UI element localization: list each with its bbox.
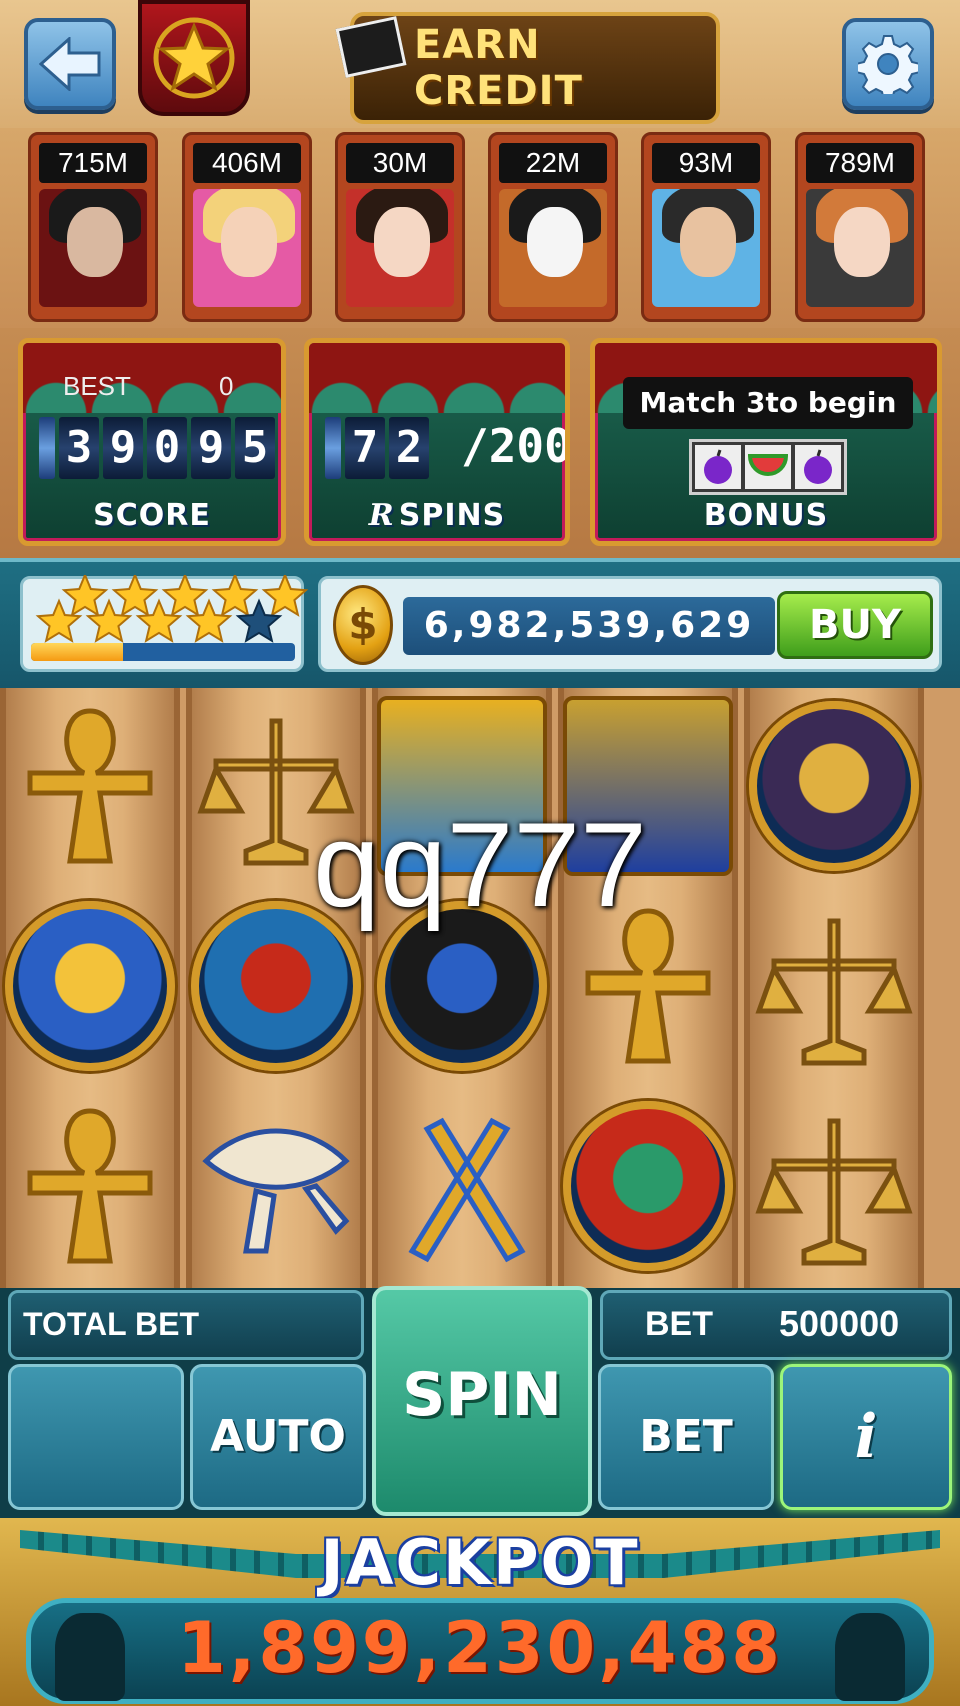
star-filled-icon [111,575,159,617]
best-value: 0 [219,371,234,401]
friend-card[interactable]: 715M [28,132,158,322]
friend-card[interactable]: 789M [795,132,925,322]
reel-column [744,688,924,1288]
crook-and-flail-icon [372,1088,552,1284]
friend-avatar [652,189,760,307]
watermark-text: qq777 [313,798,647,932]
plum-icon [795,445,841,489]
level-progress-bar [31,643,295,661]
coin-balance: 6,982,539,629 [403,597,775,655]
bastet-icon [744,688,924,884]
auto-button[interactable]: AUTO [190,1364,366,1510]
score-digit: 5 [235,417,275,479]
bonus-panel: Match 3to begin BONUS [590,338,942,546]
friend-coins: 406M [193,143,301,183]
best-label: BEST [63,371,131,401]
spins-title: R SPINS [368,498,506,533]
friend-coins: 22M [499,143,607,183]
stats-panels: BEST 0 3 9 0 9 5 SCORE 7 2 /200 R SPINS M… [0,328,960,558]
isis-icon [558,1088,738,1284]
bet-value: 500000 [779,1303,900,1344]
spins-panel: 7 2 /200 R SPINS [304,338,570,546]
bet-button[interactable]: BET [598,1364,774,1510]
reel-column [0,688,180,1288]
jackpot-amount: 1,899,230,488 [177,1607,783,1689]
spin-button[interactable]: SPIN [372,1286,592,1516]
watermelon-icon [745,445,791,489]
reel-column [372,688,552,1288]
score-digit: 0 [147,417,187,479]
bet-display: BET 500000 [600,1290,952,1360]
friend-avatar [806,189,914,307]
horus-icon [0,888,180,1084]
empty-control-button[interactable] [8,1364,184,1510]
star-filled-icon [61,575,109,617]
friend-avatar [39,189,147,307]
reel-column [186,688,366,1288]
star-filled-icon [261,575,309,617]
bonus-message: Match 3to begin [623,377,913,429]
buy-button[interactable]: BUY [777,591,933,659]
anubis-statue-icon [835,1613,905,1701]
star-filled-icon [211,575,259,617]
bonus-slots [689,439,847,495]
friend-coins: 789M [806,143,914,183]
star-icon [153,17,235,99]
score-counter: 3 9 0 9 5 [39,417,275,479]
friend-card[interactable]: 93M [641,132,771,322]
dollar-coin-icon: $ [333,585,393,665]
balance-box: $ 6,982,539,629 BUY [318,576,942,672]
gear-icon [858,35,918,94]
eye-of-horus-icon [186,1088,366,1284]
spins-digit: 2 [389,417,429,479]
bonus-title: BONUS [703,498,829,533]
scales-icon [744,1088,924,1284]
earn-credit-button[interactable]: EARN CREDIT [335,12,720,124]
total-bet-display: TOTAL BET 22500000 [8,1290,364,1406]
info-button[interactable]: i [780,1364,952,1510]
spins-digit: 7 [345,417,385,479]
friend-avatar [193,189,301,307]
settings-button[interactable] [842,18,934,110]
status-bar: $ 6,982,539,629 BUY [0,558,960,688]
level-meter[interactable] [20,575,309,672]
score-title: SCORE [93,498,211,533]
friend-coins: 30M [346,143,454,183]
friend-avatar [499,189,607,307]
score-digit: 3 [59,417,99,479]
score-panel: BEST 0 3 9 0 9 5 SCORE [18,338,286,546]
spins-counter: 7 2 [325,417,429,479]
friend-card[interactable]: 406M [182,132,312,322]
total-bet-label: TOTAL BET [23,1306,199,1342]
friend-avatar [346,189,454,307]
reel-column [558,688,738,1288]
slot-reels[interactable] [0,688,960,1288]
rank-badge[interactable] [138,0,250,116]
bet-controls: TOTAL BET 22500000 BET 500000 AUTO SPIN … [0,1286,960,1518]
score-digit: 9 [103,417,143,479]
score-digit: 9 [191,417,231,479]
jackpot-panel: 1,899,230,488 [26,1598,934,1704]
scales-icon [744,888,924,1084]
earn-credit-label: EARN CREDIT [414,22,583,114]
friend-card[interactable]: 22M [488,132,618,322]
jackpot-title: JACKPOT [320,1526,640,1599]
back-arrow-icon [39,37,101,91]
ankh-icon [0,1088,180,1284]
r-logo-icon: R [368,498,395,533]
bet-label: BET [645,1305,713,1343]
plum-icon [695,445,741,489]
friend-coins: 93M [652,143,760,183]
star-filled-icon [161,575,209,617]
spins-max: /200 [461,419,570,473]
friend-card[interactable]: 30M [335,132,465,322]
friend-coins: 715M [39,143,147,183]
back-button[interactable] [24,18,116,110]
jackpot-banner: JACKPOT 1,899,230,488 [0,1518,960,1706]
ankh-icon [0,688,180,884]
